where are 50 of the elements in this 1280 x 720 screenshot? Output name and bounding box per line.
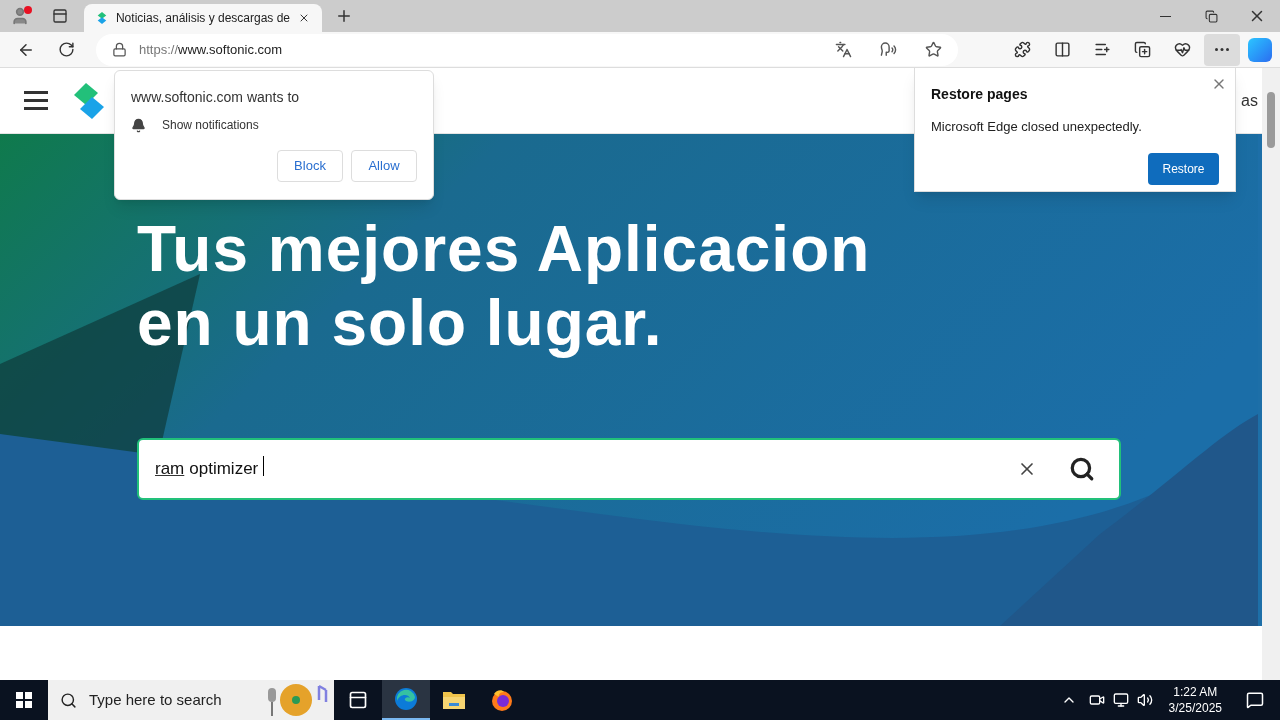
split-screen-icon [1053,41,1071,58]
taskbar-search-field[interactable]: Type here to search [48,680,334,720]
collections-icon [1133,41,1151,58]
popup-title: www.softonic.com wants to [131,88,301,107]
windows-logo-icon [16,692,32,708]
read-aloud-icon[interactable] [880,41,897,58]
task-view-icon [348,690,368,710]
taskbar-app-button[interactable] [382,680,430,720]
clock[interactable]: 1:22 AM 3/25/2025 [1160,684,1230,716]
search-icon [60,691,77,709]
url-text: https://www.softonic.com [139,40,284,59]
popup-message: Microsoft Edge closed unexpectedly. [931,118,1143,136]
site-logo-icon [96,10,108,26]
header-link[interactable]: as [1241,88,1258,113]
browser-tab[interactable]: Noticias, análisis y descargas de [84,4,322,32]
address-bar[interactable]: https://www.softonic.com [96,33,958,66]
lock-icon [112,42,127,57]
menu-icon[interactable] [24,91,48,110]
browser-essentials-icon [1173,41,1191,58]
popup-title: Restore pages [931,85,1029,104]
bell-icon [131,117,146,133]
firefox-icon [490,688,514,712]
camera-icon[interactable] [1088,692,1105,708]
favorite-star-icon[interactable] [925,41,942,58]
translate-icon[interactable] [835,41,852,58]
refresh-icon [57,41,75,58]
permission-text: Show notifications [162,117,259,134]
edge-icon [394,687,418,711]
hero-heading: en un solo lugar. [137,286,663,360]
notifications-icon[interactable] [1246,691,1264,709]
site-logo-icon[interactable] [72,80,106,121]
tab-title: Noticias, análisis y descargas de [115,10,291,27]
new-tab-icon [335,7,353,25]
search-icon[interactable] [1069,456,1095,482]
restore-window-icon [1204,9,1218,23]
permission-button[interactable]: Block [277,150,343,182]
extensions-icon [1013,41,1031,58]
network-icon[interactable] [1112,692,1129,708]
permission-button[interactable]: Allow [351,150,417,182]
hero-heading: Tus mejores Aplicacion [137,212,871,286]
scrollbar[interactable] [1262,68,1280,680]
minimize-icon [1159,15,1171,17]
tab-actions-icon [52,8,68,24]
favorites-icon [1093,41,1111,58]
restore-button[interactable]: Restore [1148,152,1219,185]
profile-icon[interactable] [10,6,30,26]
folder-icon [442,689,466,711]
volume-icon[interactable] [1136,692,1153,708]
search-field[interactable]: ram optimizer [155,456,985,482]
more-menu-icon [1215,48,1229,51]
